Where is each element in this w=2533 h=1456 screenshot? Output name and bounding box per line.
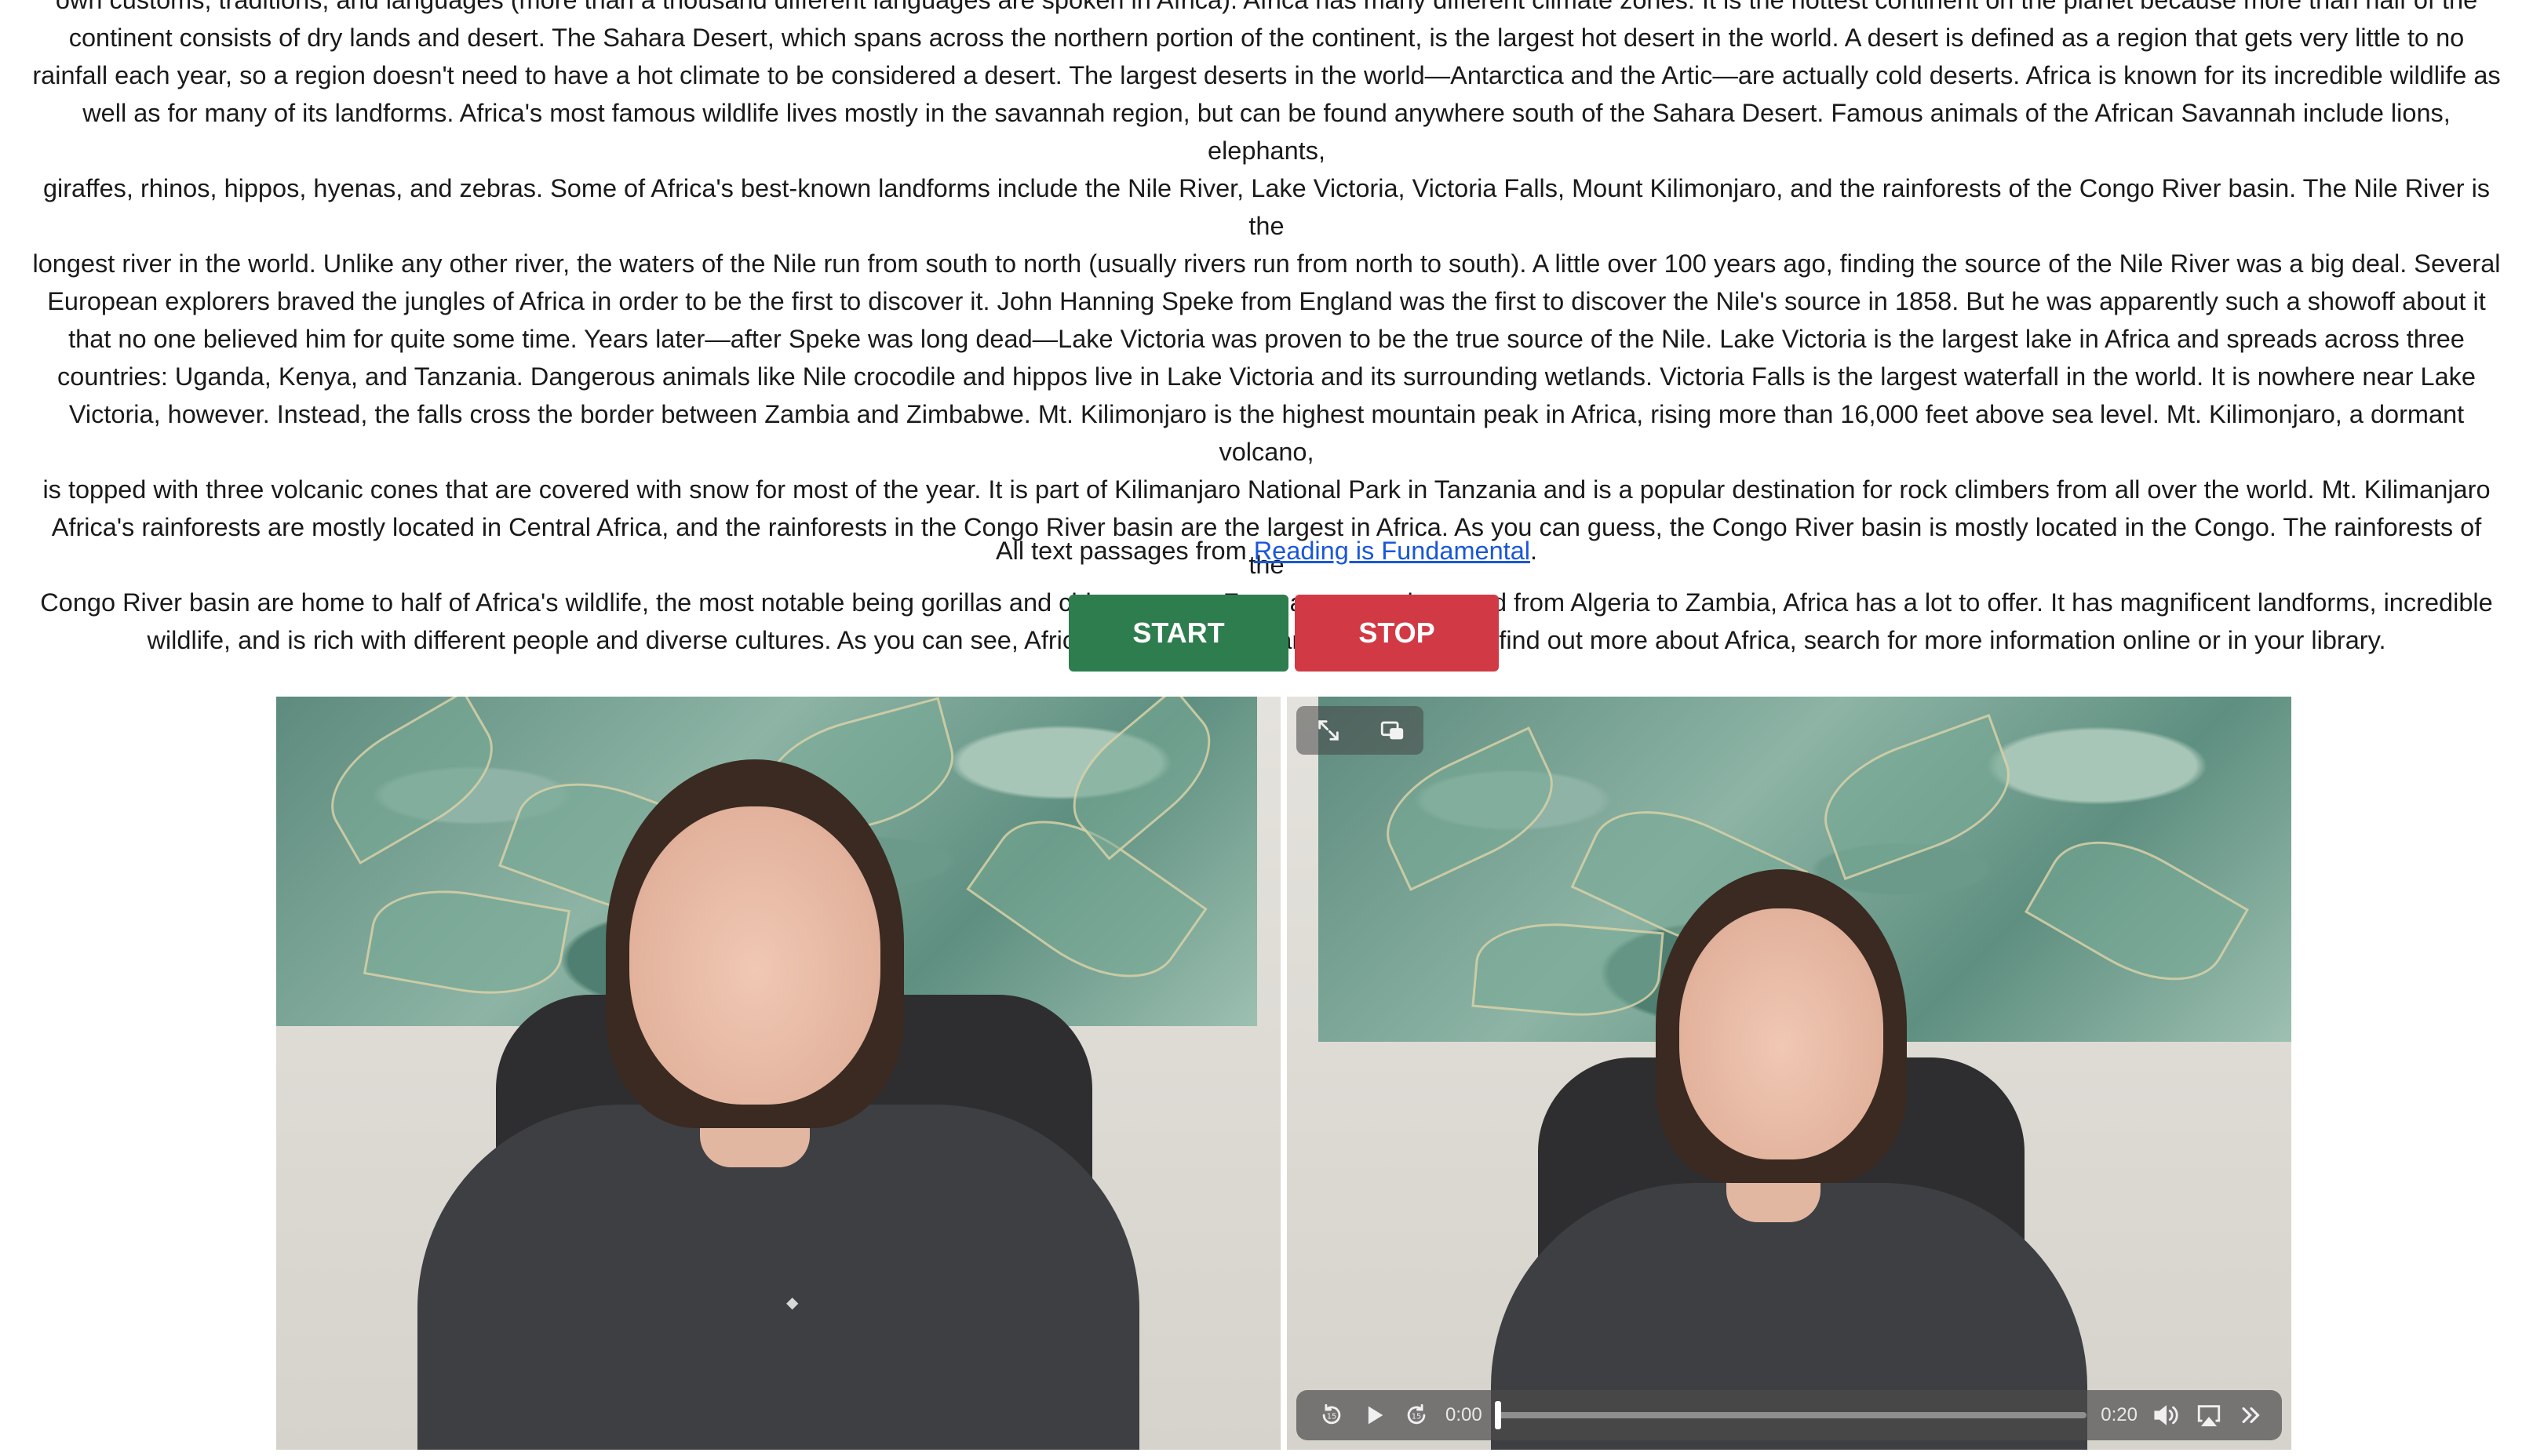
passage-line: continent consists of dry lands and dese… (68, 24, 2465, 52)
person-face (1679, 908, 1883, 1159)
passage-line: own customs, traditions, and languages (… (55, 0, 2478, 14)
passage-line: longest river in the world. Unlike any o… (32, 249, 2501, 278)
start-button[interactable]: START (1069, 595, 1288, 672)
fullscreen-icon[interactable] (1315, 717, 1342, 744)
progress-thumb[interactable] (1494, 1401, 1501, 1429)
passage-line: European explorers braved the jungles of… (47, 287, 2486, 315)
passage-line: countries: Uganda, Kenya, and Tanzania. … (57, 362, 2476, 391)
current-time: 0:00 (1445, 1404, 1482, 1425)
progress-scrubber[interactable] (1494, 1401, 2087, 1429)
passage-line: well as for many of its landforms. Afric… (82, 99, 2451, 165)
picture-in-picture-icon[interactable] (1379, 717, 1405, 744)
skip-back-15-icon[interactable]: 15 (1310, 1394, 1353, 1436)
play-icon[interactable] (1353, 1394, 1395, 1436)
passage-line: rainfall each year, so a region doesn't … (32, 61, 2501, 89)
video-control-bar: 15 15 0:00 0:20 (1296, 1390, 2282, 1440)
webcam-video[interactable]: ◆ (276, 697, 1281, 1450)
attribution-prefix: All text passages from (995, 537, 1254, 565)
airplay-icon[interactable] (2188, 1394, 2230, 1436)
playback-video[interactable]: 15 15 0:00 0:20 (1287, 697, 2291, 1450)
skip-forward-15-icon[interactable]: 15 (1395, 1394, 1438, 1436)
video-top-controls (1296, 706, 1423, 755)
volume-icon[interactable] (2145, 1394, 2188, 1436)
passage-line: is topped with three volcanic cones that… (42, 475, 2491, 504)
attribution: All text passages from Reading is Fundam… (0, 532, 2533, 570)
person-face (629, 806, 880, 1105)
passage-line: that no one believed him for quite some … (68, 325, 2465, 353)
duration: 0:20 (2101, 1404, 2138, 1425)
passage-line: giraffes, rhinos, hippos, hyenas, and ze… (42, 174, 2491, 240)
attribution-suffix: . (1530, 537, 1538, 565)
svg-text:15: 15 (1412, 1412, 1422, 1421)
passage-line: Victoria, however. Instead, the falls cr… (68, 400, 2465, 466)
stop-button[interactable]: STOP (1295, 595, 1499, 672)
svg-text:15: 15 (1327, 1412, 1337, 1421)
more-icon[interactable] (2230, 1394, 2272, 1436)
attribution-link[interactable]: Reading is Fundamental (1254, 537, 1530, 565)
